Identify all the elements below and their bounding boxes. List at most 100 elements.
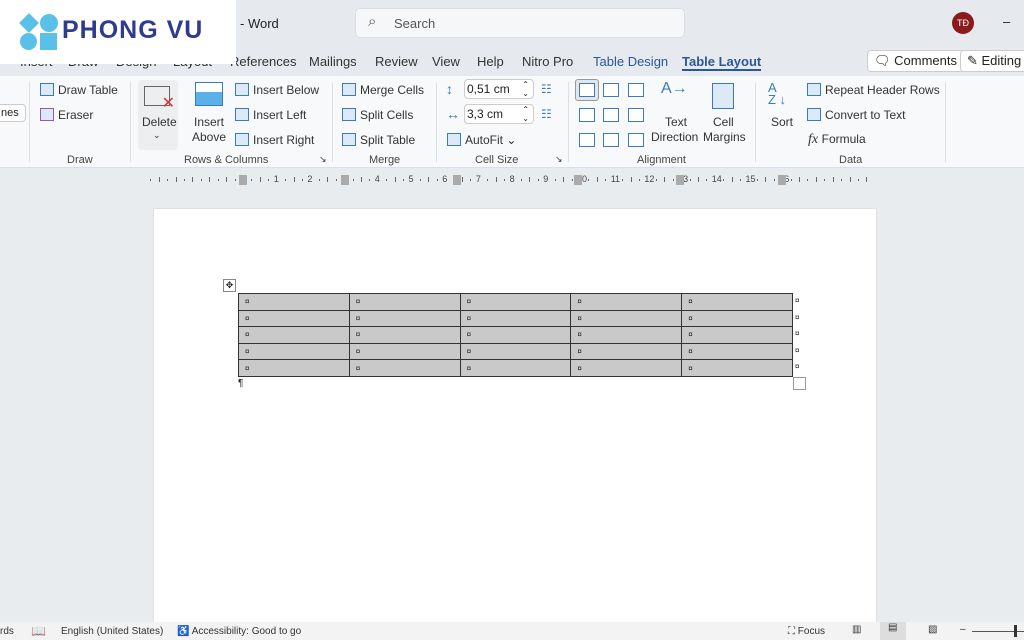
align-bottom-center-button[interactable] — [603, 133, 619, 147]
formula-button[interactable]: fx Formula — [808, 132, 866, 148]
align-bottom-right-button[interactable] — [628, 133, 644, 147]
table-cell[interactable]: ¤ — [570, 326, 683, 344]
table-cell[interactable]: ¤ — [238, 326, 350, 344]
table-cell[interactable]: ¤ — [459, 309, 572, 328]
column-marker[interactable] — [676, 175, 684, 185]
align-top-right-button[interactable] — [628, 83, 644, 97]
gridlines-button[interactable]: nes — [0, 104, 26, 122]
document-table[interactable]: ¤ ¤ ¤ ¤ ¤ ¤ ¤ ¤ ¤ ¤ ¤ ¤ ¤ ¤ ¤ ¤ ¤ ¤ ¤ ¤ ¤ ¤ ¤ ¤ ¤ — [238, 293, 793, 377]
column-marker[interactable] — [778, 175, 786, 185]
tab-mailings[interactable]: Mailings — [309, 54, 357, 69]
document-page[interactable] — [153, 208, 877, 628]
column-marker[interactable] — [341, 175, 349, 185]
table-cell[interactable]: ¤ — [348, 326, 461, 344]
dialog-launcher-icon[interactable]: ↘ — [555, 154, 563, 165]
insert-above-label[interactable]: Above — [192, 130, 226, 144]
web-layout-icon[interactable]: ▧ — [928, 624, 937, 635]
column-marker[interactable] — [574, 175, 582, 185]
insert-above-button[interactable]: Insert — [194, 115, 224, 129]
table-cell[interactable]: ¤ — [681, 326, 793, 344]
accessibility-status[interactable]: ♿ Accessibility: Good to go — [177, 626, 301, 637]
minimize-button[interactable]: – — [1003, 14, 1010, 29]
zoom-out-button[interactable]: – — [960, 624, 966, 635]
sort-button[interactable]: Sort — [771, 115, 793, 129]
comments-button[interactable]: 🗨 Comments — [867, 50, 964, 72]
table-cell[interactable]: ¤ — [570, 342, 683, 361]
align-bottom-left-button[interactable] — [579, 133, 595, 147]
align-center-button[interactable] — [603, 108, 619, 122]
table-cell[interactable]: ¤ — [570, 309, 683, 328]
text-direction-label[interactable]: Direction — [651, 130, 698, 144]
dialog-launcher-icon[interactable]: ↘ — [319, 154, 327, 165]
avatar[interactable]: TĐ — [952, 12, 974, 34]
table-cell[interactable]: ¤ — [348, 359, 461, 377]
spinner-icon[interactable]: ⌃ ⌄ — [522, 80, 529, 98]
print-layout-button[interactable]: ▤ — [880, 622, 906, 640]
insert-below-button[interactable]: Insert Below — [235, 83, 319, 97]
table-move-handle-icon[interactable]: ✥ — [223, 279, 236, 292]
distribute-columns-button[interactable]: ☷ — [541, 107, 552, 121]
table-cell[interactable]: ¤ — [459, 359, 572, 377]
table-cell[interactable]: ¤ — [459, 342, 572, 361]
table-cell[interactable]: ¤ — [348, 342, 461, 361]
row-height-input[interactable]: 0,51 cm ⌃ ⌄ — [464, 79, 534, 99]
table-cell[interactable]: ¤ — [459, 326, 572, 344]
search-input[interactable]: ⌕ Search — [355, 8, 685, 38]
insert-right-button[interactable]: Insert Right — [235, 133, 314, 147]
language-status[interactable]: English (United States) — [61, 626, 163, 637]
column-marker[interactable] — [239, 175, 247, 185]
align-center-left-button[interactable] — [579, 108, 595, 122]
column-marker[interactable] — [453, 175, 461, 185]
draw-table-button[interactable]: Draw Table — [40, 83, 118, 97]
word-count[interactable]: rds — [0, 626, 14, 637]
table-cell[interactable]: ¤ — [570, 293, 683, 311]
convert-to-text-button[interactable]: Convert to Text — [807, 108, 905, 122]
eraser-button[interactable]: Eraser — [40, 108, 93, 122]
tab-view[interactable]: View — [432, 54, 460, 69]
zoom-slider-thumb[interactable] — [1014, 625, 1017, 637]
tab-nitro-pro[interactable]: Nitro Pro — [522, 54, 573, 69]
column-width-input[interactable]: 3,3 cm ⌃ ⌄ — [464, 104, 534, 124]
cell-margins-button[interactable]: Cell — [713, 115, 734, 129]
ruler-tick — [521, 179, 523, 181]
table-cell[interactable]: ¤ — [681, 342, 793, 361]
table-cell[interactable]: ¤ — [681, 309, 793, 328]
table-cell[interactable]: ¤ — [681, 293, 793, 311]
tab-review[interactable]: Review — [375, 54, 418, 69]
insert-left-button[interactable]: Insert Left — [235, 108, 306, 122]
table-resize-handle[interactable] — [793, 377, 806, 390]
text-direction-button[interactable]: Text — [665, 115, 687, 129]
distribute-rows-button[interactable]: ☷ — [541, 82, 552, 96]
repeat-header-rows-button[interactable]: Repeat Header Rows — [807, 83, 940, 97]
tab-table-design[interactable]: Table Design — [593, 54, 668, 69]
tab-references[interactable]: References — [230, 54, 296, 69]
split-cells-button[interactable]: Split Cells — [342, 108, 413, 122]
delete-button[interactable]: ✕ Delete ⌄ — [138, 80, 178, 150]
focus-button[interactable]: ⛶ Focus — [788, 626, 825, 637]
ruler-tick — [672, 179, 674, 181]
align-top-center-button[interactable] — [603, 83, 619, 97]
autofit-button[interactable]: AutoFit ⌄ — [447, 133, 516, 147]
ruler[interactable]: 12345678910111213141516 — [148, 172, 878, 188]
tab-table-layout[interactable]: Table Layout — [682, 54, 762, 71]
table-cell[interactable]: ¤ — [570, 359, 683, 377]
split-table-label: Split Table — [360, 133, 416, 147]
table-cell[interactable]: ¤ — [238, 359, 350, 377]
read-mode-icon[interactable]: ▥ — [852, 624, 861, 635]
proofing-icon[interactable]: 📖 — [31, 624, 46, 638]
table-cell[interactable]: ¤ — [681, 359, 793, 377]
table-cell[interactable]: ¤ — [238, 293, 350, 311]
split-table-button[interactable]: Split Table — [342, 133, 415, 147]
cell-margins-label[interactable]: Margins — [703, 130, 746, 144]
align-center-right-button[interactable] — [628, 108, 644, 122]
editing-button[interactable]: ✎ Editing — [960, 50, 1024, 72]
merge-cells-button[interactable]: Merge Cells — [342, 83, 424, 97]
tab-help[interactable]: Help — [477, 54, 504, 69]
spinner-icon[interactable]: ⌃ ⌄ — [522, 105, 529, 123]
table-cell[interactable]: ¤ — [238, 309, 350, 328]
table-cell[interactable]: ¤ — [348, 309, 461, 328]
table-cell[interactable]: ¤ — [459, 293, 572, 311]
ruler-tick — [841, 179, 843, 181]
table-cell[interactable]: ¤ — [238, 342, 350, 361]
table-cell[interactable]: ¤ — [348, 293, 461, 311]
